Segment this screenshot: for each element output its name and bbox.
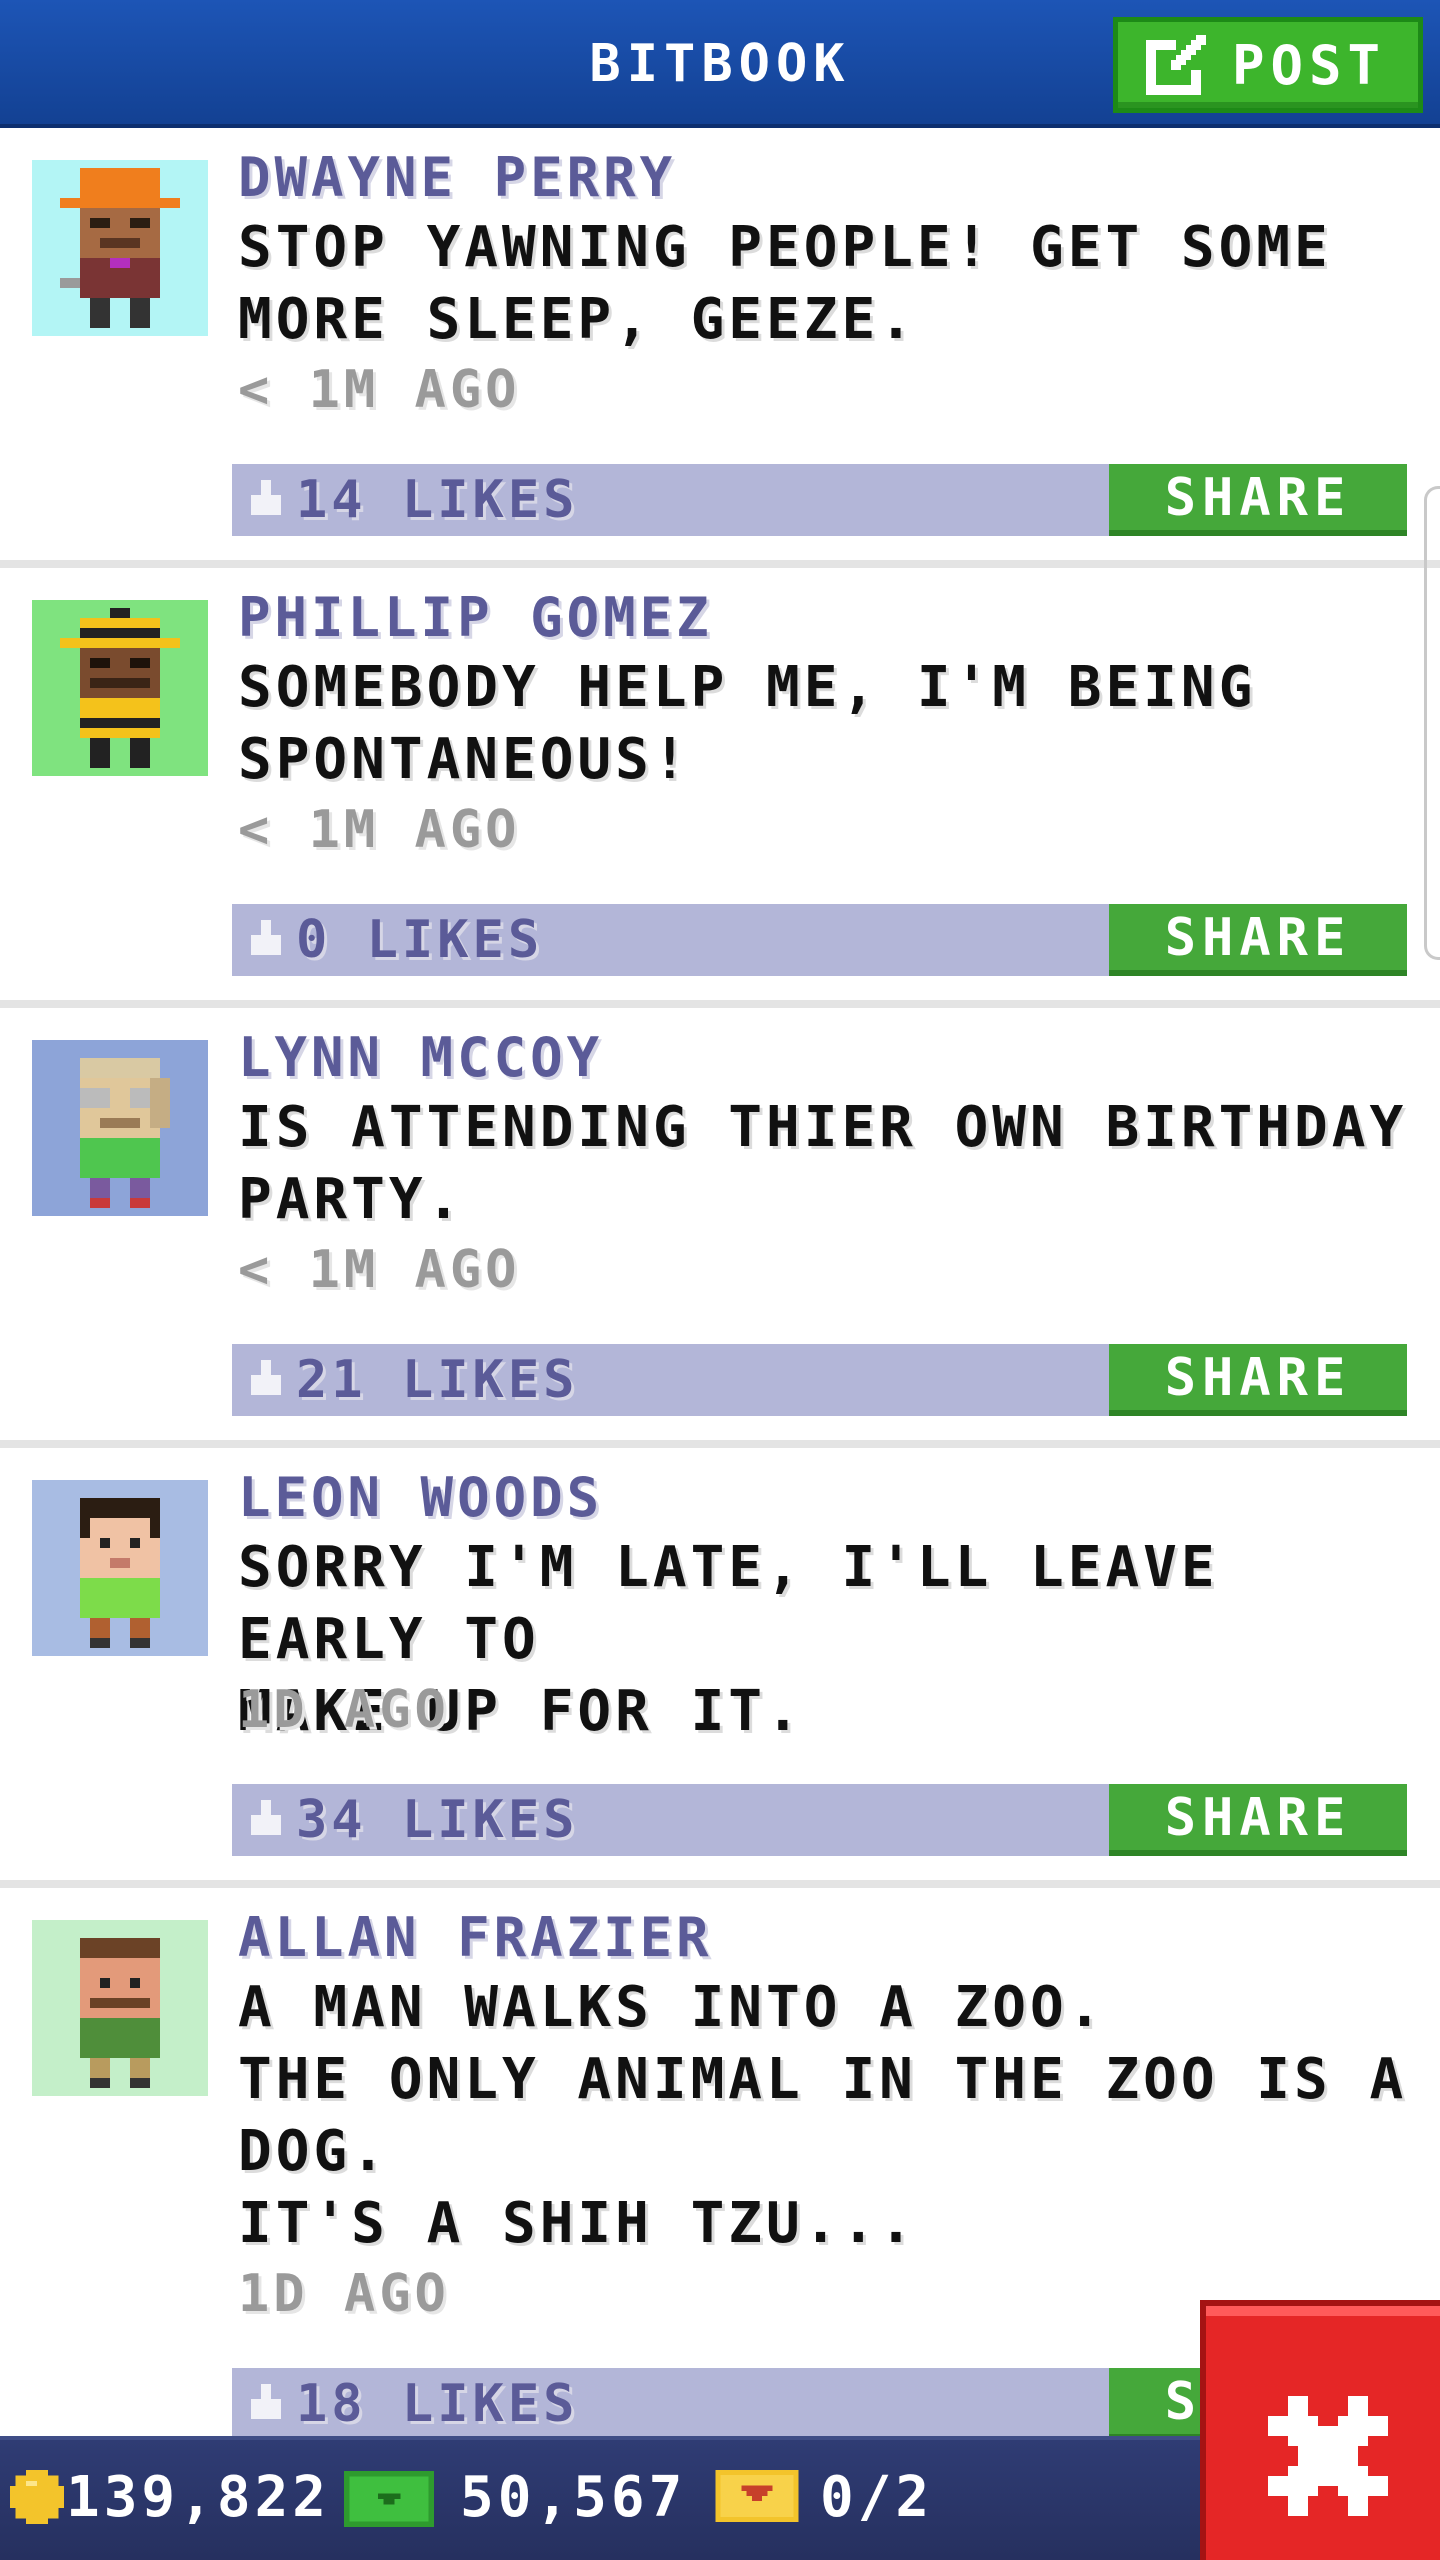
bux-count: 50,567 xyxy=(460,2465,687,2530)
post-divider xyxy=(0,1440,1440,1448)
like-count: 0 LIKES xyxy=(296,910,544,970)
post-author-name[interactable]: LEON WOODS xyxy=(238,1466,603,1529)
close-button[interactable] xyxy=(1200,2300,1440,2560)
avatar xyxy=(32,1920,208,2096)
post-timestamp: 1D AGO xyxy=(238,2264,450,2324)
construction-worker-avatar-icon xyxy=(60,168,180,328)
post-message: SOMEBODY HELP ME, I'M BEING SPONTANEOUS! xyxy=(238,652,1428,796)
ticket-count: 0/2 xyxy=(820,2465,934,2530)
avatar xyxy=(32,1040,208,1216)
post-message-line: MORE SLEEP, GEEZE. xyxy=(238,287,917,352)
feed-post: DWAYNE PERRY STOP YAWNING PEOPLE! GET SO… xyxy=(0,128,1440,568)
post-divider xyxy=(0,1000,1440,1008)
coin-count: 139,822 xyxy=(66,2465,331,2530)
post-author-name[interactable]: PHILLIP GOMEZ xyxy=(238,586,713,649)
post-message-line: STOP YAWNING PEOPLE! GET SOME xyxy=(238,215,1332,280)
like-count: 34 LIKES xyxy=(296,1790,579,1850)
post-timestamp: < 1M AGO xyxy=(238,1240,521,1300)
feed-post: LYNN MCCOY IS ATTENDING THIER OWN BIRTHD… xyxy=(0,1008,1440,1448)
scrollbar[interactable] xyxy=(1424,486,1440,960)
mustache-man-avatar-icon xyxy=(80,1938,160,2088)
post-message-line: A MAN WALKS INTO A ZOO. xyxy=(238,1975,1106,2040)
feed-post: PHILLIP GOMEZ SOMEBODY HELP ME, I'M BEIN… xyxy=(0,568,1440,1008)
post-message: A MAN WALKS INTO A ZOO. THE ONLY ANIMAL … xyxy=(238,1972,1428,2260)
thumbs-up-icon[interactable] xyxy=(246,1360,286,1400)
post-message: IS ATTENDING THIER OWN BIRTHDAY PARTY. xyxy=(238,1092,1428,1236)
post-author-name[interactable]: DWAYNE PERRY xyxy=(238,146,676,209)
feed-post: LEON WOODS SORRY I'M LATE, I'LL LEAVE EA… xyxy=(0,1448,1440,1888)
like-bar: 34 LIKES SHARE xyxy=(232,1784,1407,1856)
post-message-line: SORRY I'M LATE, I'LL LEAVE EARLY TO xyxy=(238,1535,1219,1672)
post-message-line: SOMEBODY HELP ME, I'M BEING xyxy=(238,655,1257,720)
share-button[interactable]: SHARE xyxy=(1109,464,1407,536)
like-count: 18 LIKES xyxy=(296,2374,579,2434)
post-message-line: IS ATTENDING THIER OWN BIRTHDAY xyxy=(238,1095,1408,1160)
young-man-avatar-icon xyxy=(80,1498,160,1648)
post-divider xyxy=(0,1880,1440,1888)
avatar xyxy=(32,1480,208,1656)
app-header: BITBOOK POST xyxy=(0,0,1440,128)
post-message: STOP YAWNING PEOPLE! GET SOME MORE SLEEP… xyxy=(238,212,1428,356)
compose-icon xyxy=(1146,35,1206,95)
post-message-line: PARTY. xyxy=(238,1167,465,1232)
like-bar: 14 LIKES SHARE xyxy=(232,464,1407,536)
post-author-name[interactable]: LYNN MCCOY xyxy=(238,1026,603,1089)
post-timestamp: 1D AGO xyxy=(238,1680,450,1740)
post-timestamp: < 1M AGO xyxy=(238,800,521,860)
avatar xyxy=(32,600,208,776)
close-icon xyxy=(1268,2396,1388,2516)
like-count: 21 LIKES xyxy=(296,1350,579,1410)
post-timestamp: < 1M AGO xyxy=(238,360,521,420)
share-button[interactable]: SHARE xyxy=(1109,1344,1407,1416)
avatar xyxy=(32,160,208,336)
ticket-icon xyxy=(715,2470,799,2522)
post-author-name[interactable]: ALLAN FRAZIER xyxy=(238,1906,713,1969)
firefighter-avatar-icon xyxy=(60,608,180,768)
thumbs-up-icon[interactable] xyxy=(246,1800,286,1840)
thumbs-up-icon[interactable] xyxy=(246,2384,286,2424)
post-message-line: DOG. xyxy=(238,2119,389,2184)
post-message-line: THE ONLY ANIMAL IN THE ZOO IS A xyxy=(238,2047,1408,2112)
thumbs-up-icon[interactable] xyxy=(246,480,286,520)
bux-icon xyxy=(344,2470,434,2528)
like-count: 14 LIKES xyxy=(296,470,579,530)
like-bar: 21 LIKES SHARE xyxy=(232,1344,1407,1416)
elder-glasses-avatar-icon xyxy=(80,1058,170,1208)
post-message-line: SPONTANEOUS! xyxy=(238,727,691,792)
thumbs-up-icon[interactable] xyxy=(246,920,286,960)
share-button[interactable]: SHARE xyxy=(1109,1784,1407,1856)
coin-icon xyxy=(10,2470,64,2524)
post-divider xyxy=(0,560,1440,568)
share-button[interactable]: SHARE xyxy=(1109,904,1407,976)
post-button-label: POST xyxy=(1232,33,1387,97)
post-button[interactable]: POST xyxy=(1113,17,1423,113)
post-message-line: IT'S A SHIH TZU... xyxy=(238,2191,917,2256)
like-bar: 0 LIKES SHARE xyxy=(232,904,1407,976)
